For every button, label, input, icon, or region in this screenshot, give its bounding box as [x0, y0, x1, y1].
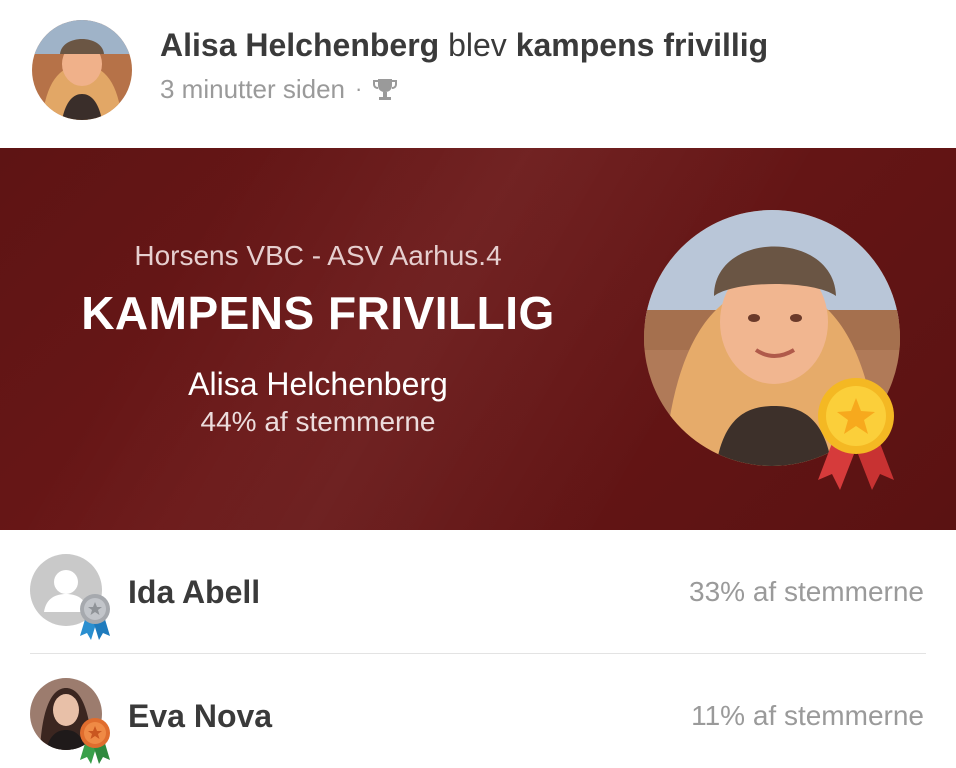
post-title: Alisa Helchenberg blev kampens frivillig — [160, 24, 768, 66]
post-verb: blev — [448, 27, 507, 63]
runners-up-list: Ida Abell 33% af stemmerne Eva Nova 11% … — [0, 530, 956, 768]
post-header: Alisa Helchenberg blev kampens frivillig… — [0, 0, 956, 148]
silver-medal-icon — [78, 592, 112, 640]
list-item[interactable]: Eva Nova 11% af stemmerne — [0, 654, 956, 768]
runner-up-name: Ida Abell — [128, 574, 261, 610]
runner-up-votes: 33% af stemmerne — [689, 576, 924, 607]
banner-text: Horsens VBC - ASV Aarhus.4 KAMPENS FRIVI… — [0, 148, 636, 530]
bronze-medal-icon — [78, 716, 112, 764]
timestamp: 3 minutter siden — [160, 74, 345, 104]
award-text: kampens frivillig — [515, 27, 769, 63]
meta-separator: · — [354, 76, 363, 101]
list-item[interactable]: Ida Abell 33% af stemmerne — [0, 530, 956, 654]
runner-up-name: Eva Nova — [128, 698, 273, 734]
trophy-icon — [372, 76, 398, 102]
match-title: Horsens VBC - ASV Aarhus.4 — [134, 240, 502, 271]
runner-up-votes: 11% af stemmerne — [691, 700, 924, 731]
author-avatar[interactable] — [32, 20, 132, 120]
award-title: KAMPENS FRIVILLIG — [81, 287, 555, 339]
award-banner: Horsens VBC - ASV Aarhus.4 KAMPENS FRIVI… — [0, 148, 956, 530]
winner-name: Alisa Helchenberg — [188, 366, 448, 402]
author-name[interactable]: Alisa Helchenberg — [160, 27, 439, 63]
post-meta: 3 minutter siden · — [160, 72, 398, 106]
gold-medal-icon — [810, 376, 902, 492]
winner-votes: 44% af stemmerne — [200, 406, 436, 437]
